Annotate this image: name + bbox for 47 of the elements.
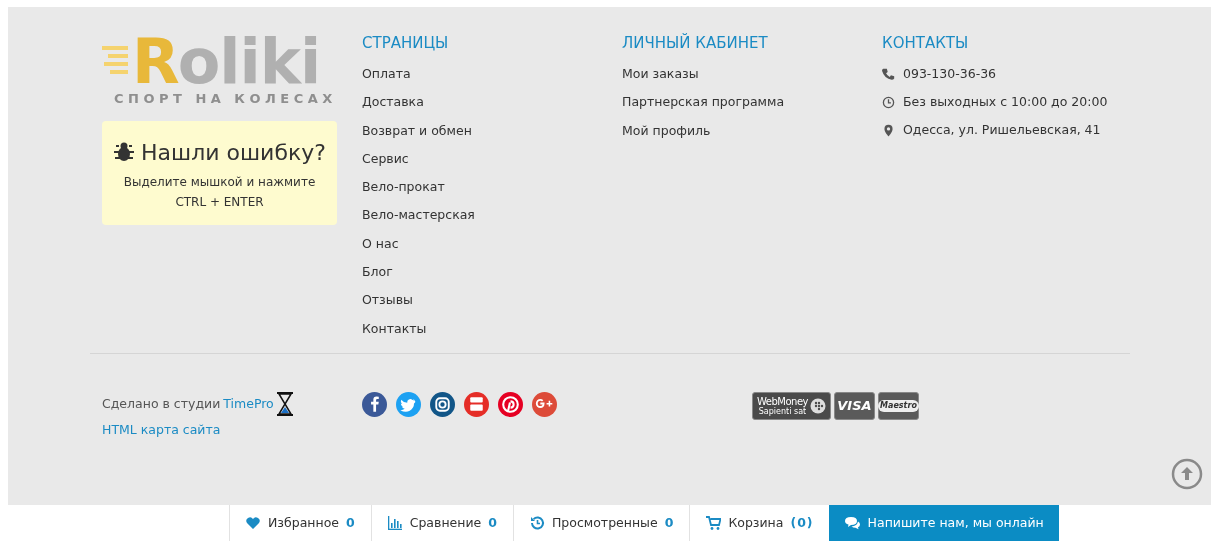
visa-badge: VISA <box>833 392 875 420</box>
clock-icon <box>882 95 895 109</box>
google-plus-icon[interactable] <box>532 392 557 417</box>
footer-link[interactable]: Блог <box>362 258 393 287</box>
footer-link[interactable]: Мой профиль <box>622 116 711 145</box>
footer-link[interactable]: Контакты <box>362 314 427 343</box>
cart-icon <box>705 515 722 531</box>
footer-link[interactable]: Отзывы <box>362 286 413 315</box>
footer-link[interactable]: Вело-прокат <box>362 173 445 202</box>
column-heading: КОНТАКТЫ <box>882 33 970 54</box>
counter: 0 <box>488 513 498 532</box>
footer-link[interactable]: Мои заказы <box>622 60 699 89</box>
counter: 0 <box>346 513 356 532</box>
scroll-up-icon[interactable] <box>1171 458 1203 490</box>
counter: 0 <box>664 513 675 532</box>
counter: (0) <box>790 513 814 532</box>
twitter-icon[interactable] <box>396 392 421 417</box>
footer-link[interactable]: Сервис <box>362 144 409 174</box>
column-heading: ЛИЧНЫЙ КАБИНЕТ <box>622 32 769 54</box>
footer-link[interactable]: Партнерская программа <box>622 88 785 117</box>
contact-text: Одесса, ул. Ришельевская, 41 <box>903 121 1101 140</box>
bar-chart-icon <box>386 515 403 531</box>
footer-link[interactable]: Доставка <box>362 88 424 117</box>
map-pin-icon <box>882 124 895 138</box>
column-heading: СТРАНИЦЫ <box>362 33 450 54</box>
webmoney-badge: WebMoney Sapienti sat <box>752 392 831 420</box>
footer-link[interactable]: Возврат и обмен <box>362 116 472 145</box>
heart-icon <box>245 515 261 531</box>
pinterest-icon[interactable] <box>498 392 523 417</box>
chat-icon <box>843 515 860 531</box>
instagram-icon[interactable] <box>430 392 455 417</box>
bottom-bar-chat-button[interactable]: Напишите нам, мы онлайн <box>828 505 1059 541</box>
footer-link[interactable]: О нас <box>362 229 399 259</box>
error-report-title: Нашли ошибку? <box>141 138 326 167</box>
footer-link[interactable]: Вело-мастерская <box>362 201 475 230</box>
maestro-badge: Maestro <box>877 392 919 420</box>
contact-text: Без выходных с 10:00 до 20:00 <box>903 93 1108 112</box>
hourglass-icon <box>276 392 293 416</box>
facebook-icon[interactable] <box>362 392 387 417</box>
phone-icon <box>882 67 895 81</box>
credits-text: Сделано в студии <box>102 394 221 413</box>
error-report-text: Выделите мышкой и нажмите <box>123 173 316 191</box>
keyboard-shortcut: CTRL + ENTER <box>175 193 264 211</box>
history-icon <box>528 515 545 531</box>
footer-link[interactable]: Оплата <box>362 60 411 89</box>
contact-text: 093-130-36-36 <box>903 64 997 83</box>
bug-icon <box>113 141 135 163</box>
